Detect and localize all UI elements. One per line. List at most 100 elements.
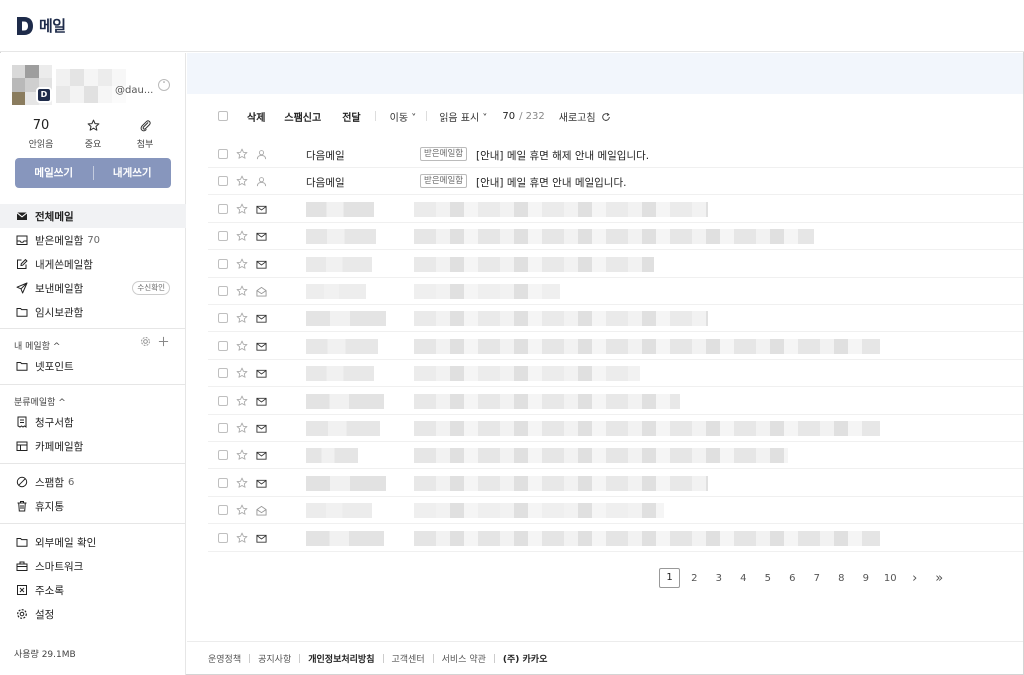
page-link[interactable]: 10: [878, 573, 903, 584]
sidebar-item-trash[interactable]: 휴지통: [0, 494, 186, 518]
star-icon[interactable]: [236, 449, 248, 461]
refresh-button[interactable]: 새로고침: [559, 109, 611, 124]
delete-button[interactable]: 삭제: [247, 109, 265, 124]
mail-row[interactable]: [208, 442, 1023, 470]
star-icon[interactable]: [236, 258, 248, 270]
unread-count-link[interactable]: 70 안읽음: [16, 119, 66, 151]
mail-checkbox[interactable]: [218, 395, 228, 406]
footer-link[interactable]: (주) 카카오: [503, 652, 547, 665]
mail-checkbox[interactable]: [218, 203, 228, 214]
page-link[interactable]: 5: [756, 573, 781, 584]
mail-row[interactable]: [208, 278, 1023, 305]
star-icon[interactable]: [236, 340, 248, 352]
mail-subject[interactable]: [안내] 메일 휴면 안내 메일입니다.: [476, 175, 626, 190]
mail-checkbox[interactable]: [218, 423, 228, 433]
mail-row[interactable]: [208, 305, 1023, 333]
mail-row[interactable]: 다음메일 받은메일함 [안내] 메일 휴면 해제 안내 메일입니다.: [208, 141, 1023, 168]
star-icon[interactable]: [236, 395, 248, 407]
mail-checkbox[interactable]: [218, 505, 228, 516]
mail-checkbox[interactable]: [218, 176, 228, 187]
mail-checkbox[interactable]: [218, 532, 228, 543]
attachment-link[interactable]: 첨부: [120, 119, 170, 150]
mail-checkbox[interactable]: [218, 149, 228, 159]
page-current[interactable]: 1: [659, 568, 680, 588]
mail-checkbox[interactable]: [218, 450, 228, 461]
footer-link[interactable]: 고객센터: [392, 652, 425, 665]
move-dropdown[interactable]: 이동 ˅: [390, 109, 417, 124]
forward-button[interactable]: 전달: [342, 109, 360, 124]
sidebar-item-contacts[interactable]: 주소록: [0, 578, 186, 602]
star-icon[interactable]: [236, 422, 248, 434]
star-icon[interactable]: [236, 312, 248, 324]
sidebar-item-drafts[interactable]: 임시보관함: [0, 300, 186, 324]
daum-mail-logo[interactable]: 메일: [16, 15, 66, 36]
mail-row[interactable]: [208, 223, 1023, 251]
footer-link[interactable]: 운영정책: [208, 652, 241, 665]
star-icon[interactable]: [236, 477, 248, 489]
star-icon[interactable]: [236, 203, 248, 215]
read-receipt-button[interactable]: 수신확인: [132, 281, 170, 295]
last-page-button[interactable]: »: [927, 571, 952, 586]
sidebar-item-inbox[interactable]: 받은메일함 70: [0, 228, 186, 252]
mail-row[interactable]: [208, 415, 1023, 442]
star-icon[interactable]: [236, 285, 248, 297]
page-link[interactable]: 7: [805, 573, 830, 584]
mail-row[interactable]: [208, 333, 1023, 360]
profile-area[interactable]: D @dau... ˅: [12, 65, 176, 109]
sidebar-item-bills[interactable]: 청구서함: [0, 410, 186, 434]
gear-icon[interactable]: [140, 336, 151, 347]
sidebar-item-smartwork[interactable]: 스마트워크: [0, 554, 186, 578]
select-all-checkbox[interactable]: [218, 111, 228, 121]
star-icon[interactable]: [236, 367, 248, 379]
mail-checkbox[interactable]: [218, 258, 228, 269]
star-icon[interactable]: [236, 148, 248, 160]
sidebar-item-external-mail[interactable]: 외부메일 확인: [0, 530, 186, 554]
mail-row[interactable]: [208, 470, 1023, 497]
sidebar-item-netpoint[interactable]: 넷포인트: [0, 354, 186, 378]
mail-checkbox[interactable]: [218, 368, 228, 379]
footer-link[interactable]: 공지사항: [258, 652, 291, 665]
blurred-sender: [306, 284, 366, 299]
sidebar-item-settings[interactable]: 설정: [0, 602, 186, 626]
mail-row[interactable]: [208, 360, 1023, 388]
sidebar-item-spam[interactable]: 스팸함 6: [0, 470, 186, 494]
page-link[interactable]: 6: [780, 573, 805, 584]
sidebar-item-sent[interactable]: 보낸메일함 수신확인: [0, 276, 186, 300]
star-icon[interactable]: [236, 504, 248, 516]
sidebar-item-cafe-mail[interactable]: 카페메일함: [0, 434, 186, 458]
next-page-button[interactable]: ›: [903, 571, 928, 586]
star-icon[interactable]: [236, 230, 248, 242]
my-folders-toggle[interactable]: 내 메일함 ^: [14, 339, 60, 352]
chevron-down-icon[interactable]: ˅: [158, 79, 170, 91]
mail-row[interactable]: [208, 497, 1023, 525]
write-to-self-button[interactable]: 내게쓰기: [94, 158, 172, 188]
footer-link[interactable]: 서비스 약관: [442, 652, 486, 665]
page-link[interactable]: 8: [829, 573, 854, 584]
report-spam-button[interactable]: 스팸신고: [284, 109, 321, 124]
mail-checkbox[interactable]: [218, 313, 228, 324]
mail-checkbox[interactable]: [218, 340, 228, 351]
mail-row[interactable]: [208, 196, 1023, 223]
plus-icon[interactable]: [158, 336, 169, 347]
page-link[interactable]: 3: [707, 573, 732, 584]
mail-subject[interactable]: [안내] 메일 휴면 해제 안내 메일입니다.: [476, 148, 649, 163]
sidebar-item-self-mailbox[interactable]: 내게쓴메일함: [0, 252, 186, 276]
mail-checkbox[interactable]: [218, 477, 228, 488]
footer-link[interactable]: 개인정보처리방침: [308, 652, 374, 665]
sidebar-item-all-mail[interactable]: 전체메일: [0, 204, 186, 228]
mark-read-dropdown[interactable]: 읽음 표시 ˅: [439, 109, 487, 124]
mail-row[interactable]: 다음메일 받은메일함 [안내] 메일 휴면 안내 메일입니다.: [208, 168, 1023, 196]
star-icon[interactable]: [236, 175, 248, 187]
mail-checkbox[interactable]: [218, 231, 228, 242]
page-link[interactable]: 4: [731, 573, 756, 584]
important-link[interactable]: 중요: [68, 119, 118, 150]
compose-button[interactable]: 메일쓰기: [15, 158, 93, 188]
mail-row[interactable]: [208, 388, 1023, 415]
star-icon[interactable]: [236, 532, 248, 544]
page-link[interactable]: 9: [854, 573, 879, 584]
category-folders-toggle[interactable]: 분류메일함 ^: [14, 395, 66, 408]
mail-row[interactable]: [208, 525, 1023, 552]
mail-row[interactable]: [208, 251, 1023, 278]
page-link[interactable]: 2: [682, 573, 707, 584]
mail-checkbox[interactable]: [218, 286, 228, 296]
